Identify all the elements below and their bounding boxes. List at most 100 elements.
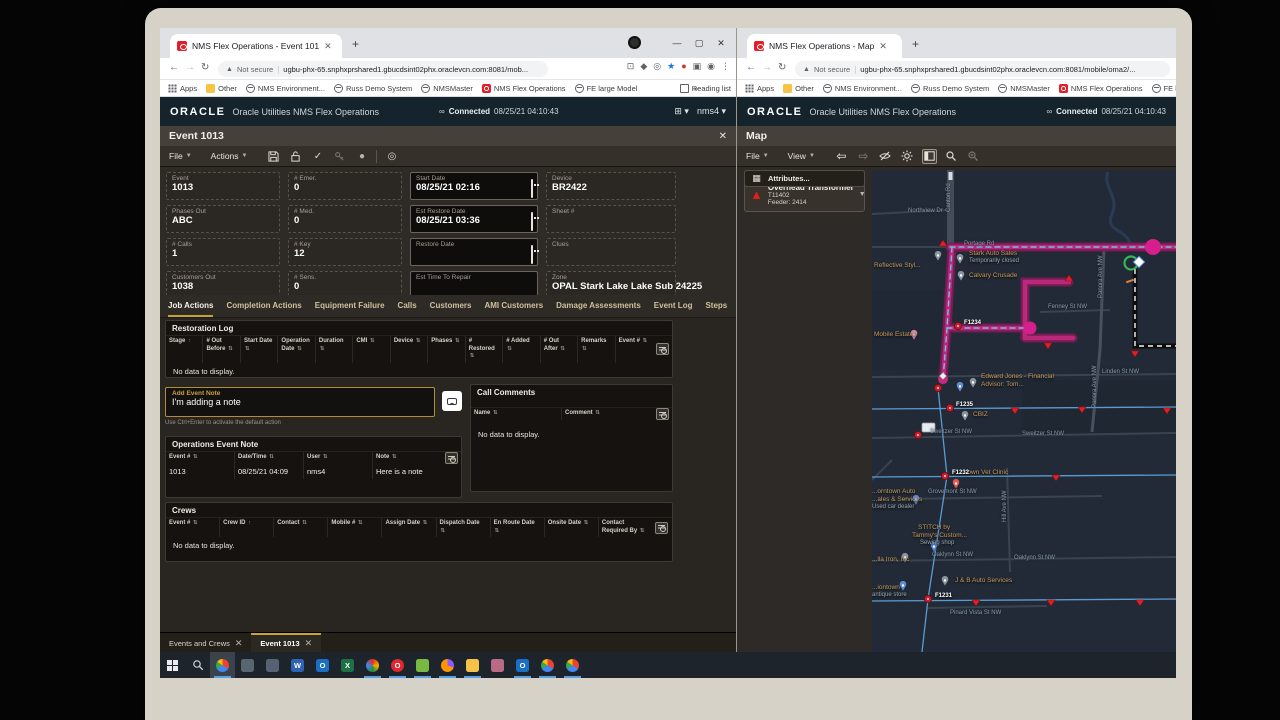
column-header[interactable]: Contact Required By ⇅ — [598, 518, 652, 537]
password-key-icon[interactable]: ◆ — [640, 62, 647, 71]
bookmark-item[interactable]: FE l — [1152, 84, 1176, 93]
poi-label[interactable]: Mobile Estates — [874, 331, 917, 338]
sort-icon[interactable]: ⇅ — [297, 346, 302, 352]
poi-label[interactable]: ...lla Iron, Inc — [872, 556, 909, 563]
calendar-icon[interactable] — [531, 180, 533, 198]
bookmark-item[interactable]: FE large Model — [575, 84, 638, 93]
column-header[interactable]: Remarks ⇅ — [577, 336, 614, 363]
sort-icon[interactable]: ⇅ — [441, 528, 446, 534]
workspace-tab[interactable]: Event 1013 ✕ — [251, 633, 321, 652]
close-page-icon[interactable]: ✕ — [719, 131, 727, 142]
table-search-icon[interactable] — [652, 336, 672, 363]
taskbar-app-button[interactable] — [235, 652, 260, 678]
poi-label[interactable]: ...iontown — [872, 584, 900, 591]
detail-tab[interactable]: Job Actions — [168, 301, 213, 317]
forward-icon[interactable]: → — [185, 62, 195, 73]
sort-icon[interactable]: ⇅ — [302, 520, 307, 526]
detail-tab[interactable]: Damage Assessments — [556, 301, 641, 317]
save-icon[interactable] — [266, 149, 281, 164]
detail-tab[interactable]: Customers — [430, 301, 472, 317]
file-menu[interactable]: File▼ — [169, 151, 192, 161]
poi-label[interactable]: J & B Auto Services — [955, 577, 1012, 584]
record-circle-icon[interactable]: ◎ — [384, 149, 399, 164]
bookmark-item[interactable]: Apps — [168, 84, 197, 93]
sort-icon[interactable]: ⇅ — [358, 520, 363, 526]
column-header[interactable]: Start Date ⇅ — [240, 336, 277, 363]
sort-icon[interactable]: ↑ — [188, 338, 191, 344]
column-header[interactable]: CMI ⇅ — [352, 336, 389, 363]
apps-grid-icon[interactable]: ⊞ ▾ — [674, 106, 689, 117]
sort-icon[interactable]: ⇅ — [416, 338, 421, 344]
poi-label[interactable]: Temporarily closed — [969, 258, 1019, 264]
address-bar[interactable]: ▲ Not secure | ugbu-phx-65.snphxprshared… — [795, 61, 1170, 77]
poi-label[interactable]: Tammy's Custom... — [912, 532, 967, 539]
maximize-button[interactable]: ▢ — [688, 28, 710, 58]
sort-icon[interactable]: ⇅ — [228, 346, 233, 352]
calendar-icon[interactable] — [531, 246, 533, 264]
start-button[interactable] — [160, 652, 185, 678]
form-field[interactable]: Phases Out ABC — [166, 205, 280, 233]
column-header[interactable]: Note ⇅ — [372, 452, 441, 464]
bookmark-item[interactable]: Other — [206, 84, 237, 93]
gear-icon[interactable] — [900, 149, 915, 164]
taskbar-app-button[interactable]: X — [335, 652, 360, 678]
bookmark-item[interactable]: NMS Flex Operations — [1059, 84, 1143, 93]
submit-note-button[interactable] — [442, 391, 462, 411]
poi-label[interactable]: Reflective Styl... — [874, 262, 921, 269]
bookmark-item[interactable]: NMS Flex Operations — [482, 84, 566, 93]
table-search-icon[interactable] — [652, 518, 672, 537]
device-label[interactable]: F1234 — [964, 320, 981, 326]
taskbar-app-button[interactable] — [485, 652, 510, 678]
poi-label[interactable]: Advisor: Tom... — [981, 381, 1024, 388]
address-bar[interactable]: ▲ Not secure | ugbu-phx-65.snphxprshared… — [218, 61, 548, 77]
table-search-icon[interactable] — [652, 408, 672, 420]
bookmark-item[interactable]: NMS Environment... — [246, 84, 325, 93]
tab-close-icon[interactable]: ✕ — [324, 42, 332, 51]
column-header[interactable]: # Restored ⇅ — [465, 336, 502, 363]
column-header[interactable]: Operation Date ⇅ — [277, 336, 314, 363]
taskbar-app-button[interactable] — [435, 652, 460, 678]
file-menu[interactable]: File▼ — [746, 151, 769, 161]
tab-close-icon[interactable]: ✕ — [879, 42, 887, 51]
form-field[interactable]: Restore Date — [410, 238, 538, 266]
extensions-icon[interactable]: ▣ — [693, 62, 702, 71]
add-event-note-input[interactable]: Add Event Note I'm adding a note — [165, 387, 435, 417]
sort-icon[interactable]: ⇅ — [595, 410, 600, 416]
column-header[interactable]: # Out Before ⇅ — [202, 336, 239, 363]
zoom-icon[interactable]: ◎ — [653, 62, 661, 71]
form-field[interactable]: Est Restore Date 08/25/21 03:36 — [410, 205, 538, 233]
minimize-button[interactable]: — — [666, 28, 688, 58]
column-header[interactable]: Mobile # ⇅ — [327, 518, 381, 537]
tab-search-icon[interactable]: ⊡ — [627, 62, 635, 71]
device-label[interactable]: F1231 — [935, 593, 952, 599]
form-field[interactable]: # Med. 0 — [288, 205, 402, 233]
side-panel-toggle-icon[interactable] — [922, 149, 937, 164]
form-field[interactable]: Clues — [546, 238, 676, 266]
detail-tab[interactable]: Completion Actions — [226, 301, 301, 317]
sort-icon[interactable]: ⇅ — [640, 528, 645, 534]
detail-tab[interactable]: Steps — [705, 301, 727, 317]
bookmark-item[interactable]: Other — [783, 84, 814, 93]
column-header[interactable]: En Route Date ⇅ — [490, 518, 544, 537]
refresh-icon[interactable]: ↻ — [778, 62, 786, 73]
panel-button[interactable]: ▦ Attributes... — [744, 170, 865, 187]
filled-circle-icon[interactable]: ● — [354, 149, 369, 164]
sort-icon[interactable]: ⇅ — [495, 528, 500, 534]
back-icon[interactable]: ← — [169, 62, 179, 73]
device-label[interactable]: F1235 — [956, 402, 973, 408]
detail-tab[interactable]: Event Log — [654, 301, 693, 317]
sort-icon[interactable]: ⇅ — [320, 346, 325, 352]
column-header[interactable]: Stage ↑ — [166, 336, 202, 363]
new-tab-button[interactable]: + — [912, 37, 919, 51]
actions-menu[interactable]: Actions▼ — [211, 151, 248, 161]
poi-label[interactable]: antique store — [872, 592, 907, 598]
sort-icon[interactable]: ⇅ — [455, 338, 460, 344]
view-menu[interactable]: View▼ — [788, 151, 815, 161]
browser-tab[interactable]: NMS Flex Operations - Event 101 ✕ — [170, 34, 342, 58]
back-arrow-icon[interactable]: ⇦ — [834, 149, 849, 164]
sort-icon[interactable]: ⇅ — [269, 454, 274, 460]
poi-label[interactable]: Calvary Crusade — [969, 272, 1017, 279]
bookmark-item[interactable]: Apps — [745, 84, 774, 93]
table-row[interactable]: 1013 08/25/21 04:09 nms4 Here is a note — [166, 464, 461, 479]
taskbar-app-button[interactable] — [360, 652, 385, 678]
